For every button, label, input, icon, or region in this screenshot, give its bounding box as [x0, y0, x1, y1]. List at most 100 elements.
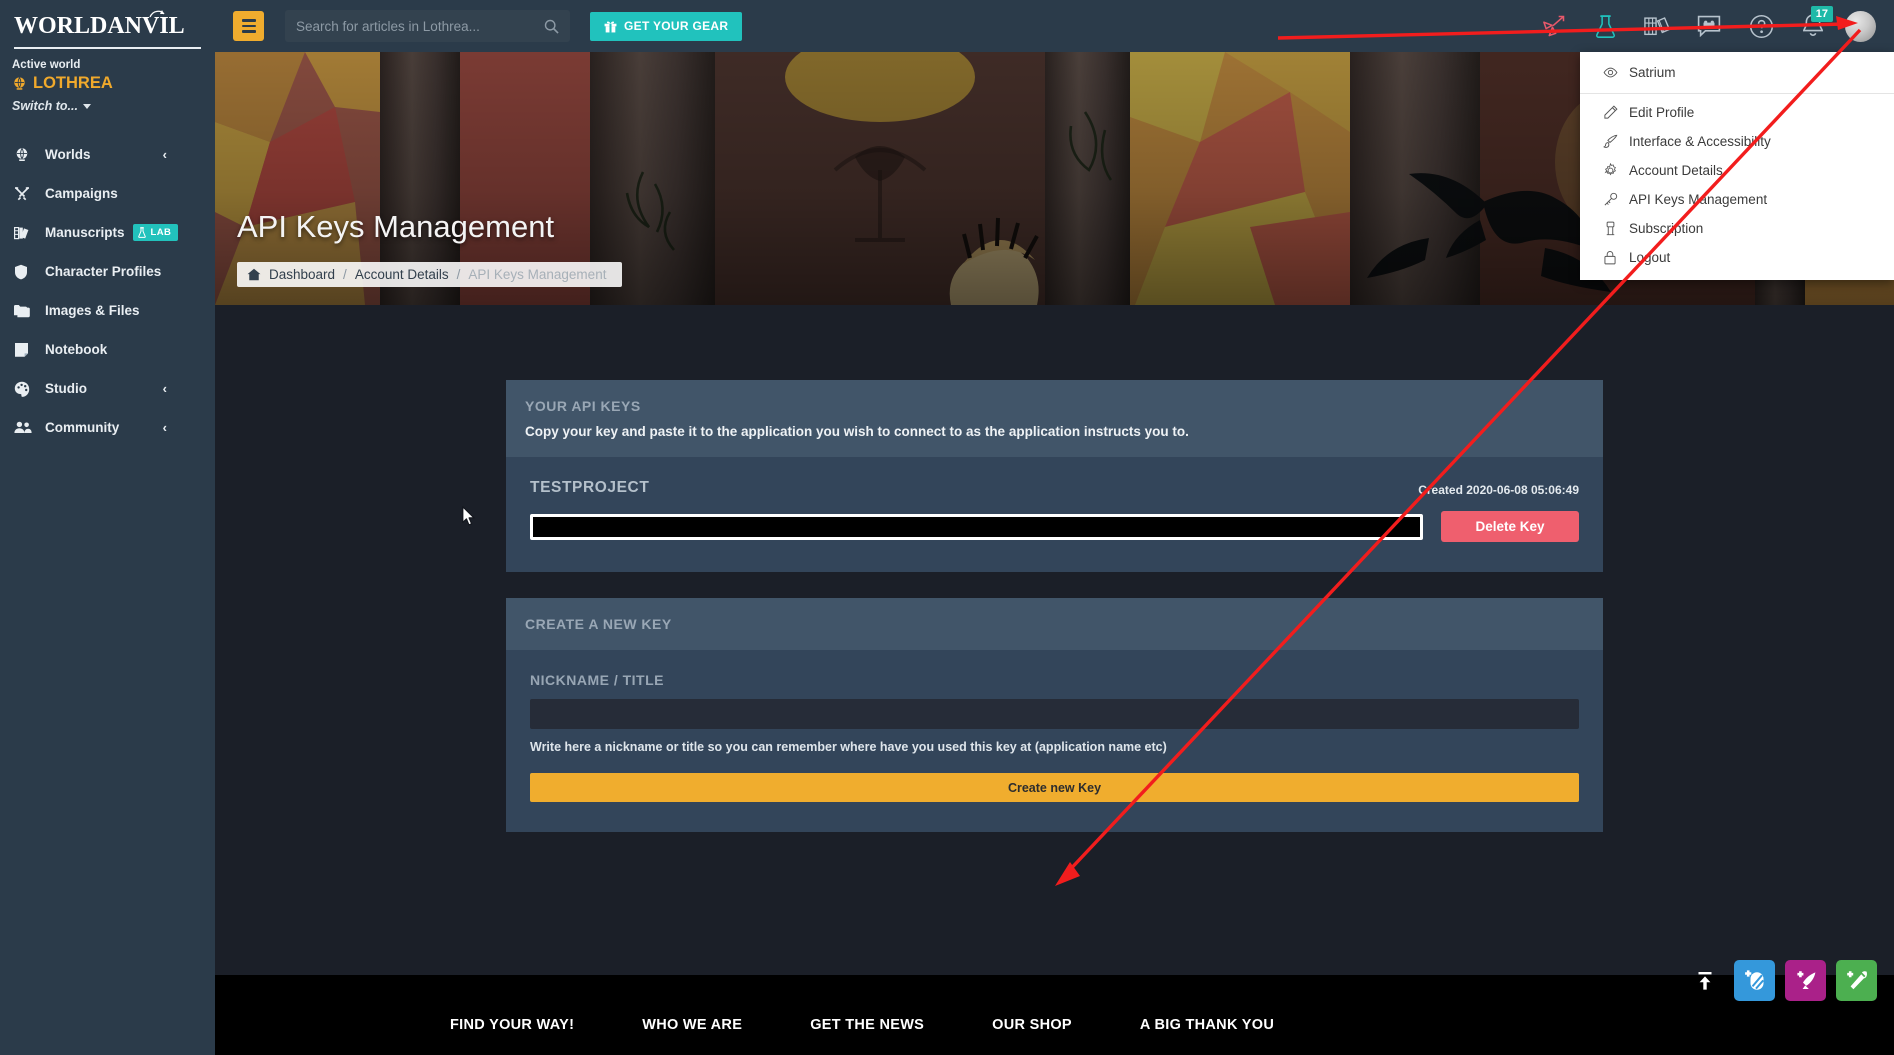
- sidebar-item-manuscripts[interactable]: Manuscripts LAB: [0, 213, 215, 252]
- active-world-name: LOTHREA: [33, 74, 113, 93]
- menu-item-satrium[interactable]: Satrium: [1580, 58, 1894, 87]
- breadcrumb-separator: /: [343, 267, 347, 282]
- sidebar-item-images-files[interactable]: Images & Files: [0, 291, 215, 330]
- worldanvil-app: WORLDANVIL Active world LOTHREA Switch t…: [0, 0, 1894, 1055]
- sidebar-item-studio[interactable]: Studio ‹: [0, 369, 215, 408]
- menu-item-account-details[interactable]: Account Details: [1580, 156, 1894, 185]
- books-icon[interactable]: [1631, 0, 1683, 52]
- sidebar-item-character-profiles[interactable]: Character Profiles: [0, 252, 215, 291]
- footer-columns: FIND YOUR WAY! WHO WE ARE GET THE NEWS O…: [215, 975, 1894, 1033]
- menu-item-subscription[interactable]: Subscription: [1580, 214, 1894, 243]
- api-key-value-field[interactable]: [530, 513, 1423, 540]
- nickname-input[interactable]: [530, 699, 1579, 729]
- menu-item-label: API Keys Management: [1629, 192, 1768, 207]
- scroll-to-top-button[interactable]: [1692, 968, 1718, 994]
- avatar[interactable]: [1845, 10, 1876, 42]
- flask-icon: [137, 227, 146, 239]
- menu-item-label: Logout: [1629, 250, 1671, 265]
- books-icon: [14, 225, 36, 241]
- mouse-cursor: [462, 506, 476, 532]
- lock-icon: [1602, 250, 1618, 265]
- chat-icon[interactable]: [1683, 0, 1735, 52]
- search-box[interactable]: [285, 10, 570, 42]
- breadcrumb: Dashboard / Account Details / API Keys M…: [237, 262, 623, 287]
- card-icon: [1602, 221, 1618, 236]
- your-api-keys-description: Copy your key and paste it to the applic…: [525, 424, 1189, 439]
- floating-action-buttons: [1692, 960, 1877, 1001]
- delete-key-button[interactable]: Delete Key: [1441, 511, 1579, 542]
- sidebar-item-campaigns[interactable]: Campaigns: [0, 174, 215, 213]
- active-world[interactable]: LOTHREA: [12, 74, 203, 93]
- hamburger-line: [241, 19, 256, 22]
- lab-badge: LAB: [132, 224, 179, 242]
- menu-item-label: Subscription: [1629, 221, 1704, 236]
- sidebar-item-notebook[interactable]: Notebook: [0, 330, 215, 369]
- hamburger-line: [241, 30, 256, 33]
- content-wrapper: YOUR API KEYS Copy your key and paste it…: [215, 305, 1894, 832]
- gift-icon: [604, 21, 617, 32]
- gear-icon: [1602, 163, 1618, 178]
- help-icon[interactable]: [1735, 0, 1787, 52]
- brush-icon: [1602, 134, 1618, 149]
- menu-divider: [1580, 93, 1894, 94]
- switch-world-button[interactable]: Switch to...: [12, 99, 203, 113]
- footer-column-heading[interactable]: GET THE NEWS: [810, 1017, 924, 1033]
- menu-item-interface-accessibility[interactable]: Interface & Accessibility: [1580, 127, 1894, 156]
- search-input[interactable]: [296, 18, 544, 34]
- rocket-icon[interactable]: [1527, 0, 1579, 52]
- api-key-row-controls: Delete Key: [530, 511, 1579, 542]
- notebook-icon: [14, 342, 36, 358]
- footer-column-heading[interactable]: OUR SHOP: [992, 1017, 1072, 1033]
- search-icon[interactable]: [544, 19, 559, 34]
- panel-column: YOUR API KEYS Copy your key and paste it…: [506, 380, 1603, 832]
- brand-divider: [14, 47, 201, 50]
- breadcrumb-item-account-details[interactable]: Account Details: [355, 267, 449, 282]
- breadcrumb-item-current: API Keys Management: [468, 267, 607, 282]
- create-new-key-header: CREATE A NEW KEY: [506, 598, 1603, 650]
- main-content: YOUR API KEYS Copy your key and paste it…: [215, 305, 1894, 975]
- menu-item-label: Satrium: [1629, 65, 1676, 80]
- sidebar-item-label: Worlds: [45, 147, 91, 163]
- footer-column-heading[interactable]: A BIG THANK YOU: [1140, 1017, 1274, 1033]
- menu-item-api-keys-management[interactable]: API Keys Management: [1580, 185, 1894, 214]
- footer-column-heading[interactable]: FIND YOUR WAY!: [450, 1017, 574, 1033]
- add-article-icon: [1796, 970, 1815, 989]
- page-title: API Keys Management: [237, 209, 555, 244]
- sidebar-item-label: Manuscripts: [45, 225, 125, 241]
- menu-item-edit-profile[interactable]: Edit Profile: [1580, 98, 1894, 127]
- get-your-gear-label: GET YOUR GEAR: [624, 19, 729, 33]
- sidebar-item-worlds[interactable]: Worlds ‹: [0, 135, 215, 174]
- chevron-left-icon: ‹: [162, 420, 167, 436]
- menu-toggle-button[interactable]: [233, 11, 264, 41]
- api-key-row-header: TESTPROJECT Created 2020-06-08 05:06:49: [530, 479, 1579, 497]
- create-new-key-heading: CREATE A NEW KEY: [525, 616, 672, 632]
- chevron-left-icon: ‹: [162, 381, 167, 397]
- breadcrumb-item-dashboard[interactable]: Dashboard: [269, 267, 335, 282]
- switch-to-label: Switch to...: [12, 99, 78, 114]
- add-tool-icon: [1846, 970, 1867, 989]
- menu-item-label: Account Details: [1629, 163, 1723, 178]
- add-article-button[interactable]: [1785, 960, 1826, 1001]
- api-key-created: Created 2020-06-08 05:06:49: [1418, 483, 1579, 497]
- menu-item-label: Interface & Accessibility: [1629, 134, 1771, 149]
- worldanvil-logo[interactable]: WORLDANVIL: [12, 10, 203, 39]
- sidebar-item-label: Notebook: [45, 342, 108, 358]
- notification-count-badge: 17: [1810, 6, 1833, 23]
- globe-icon: [14, 147, 36, 163]
- flask-icon[interactable]: [1579, 0, 1631, 52]
- add-tool-button[interactable]: [1836, 960, 1877, 1001]
- sidebar-item-label: Community: [45, 420, 120, 436]
- sidebar: WORLDANVIL Active world LOTHREA Switch t…: [0, 0, 215, 1055]
- footer-column-heading[interactable]: WHO WE ARE: [642, 1017, 742, 1033]
- menu-item-logout[interactable]: Logout: [1580, 243, 1894, 272]
- your-api-keys-body: TESTPROJECT Created 2020-06-08 05:06:49 …: [506, 457, 1603, 572]
- lab-badge-label: LAB: [150, 227, 172, 239]
- create-new-key-button[interactable]: Create new Key: [530, 773, 1579, 802]
- sidebar-item-community[interactable]: Community ‹: [0, 408, 215, 447]
- pencil-icon: [1602, 105, 1618, 120]
- create-new-key-card: CREATE A NEW KEY NICKNAME / TITLE Write …: [506, 598, 1603, 832]
- add-image-button[interactable]: [1734, 960, 1775, 1001]
- breadcrumb-separator: /: [456, 267, 461, 282]
- notifications-button[interactable]: 17: [1787, 0, 1839, 52]
- get-your-gear-button[interactable]: GET YOUR GEAR: [590, 11, 743, 41]
